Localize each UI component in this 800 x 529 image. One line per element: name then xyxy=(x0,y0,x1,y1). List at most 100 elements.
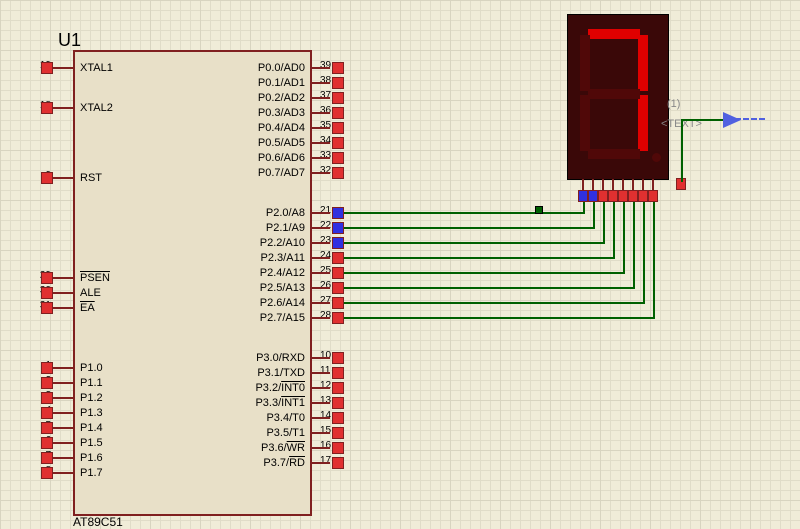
pin-pad[interactable] xyxy=(41,272,53,284)
pin-lead xyxy=(310,127,330,129)
pin-number: 28 xyxy=(320,310,331,321)
pin-pad[interactable] xyxy=(41,452,53,464)
segment-b xyxy=(638,35,648,91)
chip-ref: U1 xyxy=(58,30,81,51)
seven-segment-display[interactable] xyxy=(567,14,669,180)
wire xyxy=(344,302,643,304)
pin-lead xyxy=(53,412,73,414)
pin-pad[interactable] xyxy=(41,62,53,74)
pin-lead xyxy=(310,357,330,359)
pin-label: P1.5 xyxy=(80,437,103,449)
wire xyxy=(681,119,723,121)
pin-pad[interactable] xyxy=(332,107,344,119)
pin-pad[interactable] xyxy=(332,122,344,134)
pin-number: 32 xyxy=(320,165,331,176)
display-pin-pad[interactable] xyxy=(618,190,628,202)
pin-pad[interactable] xyxy=(332,457,344,469)
display-pin-pad[interactable] xyxy=(638,190,648,202)
pin-pad[interactable] xyxy=(41,362,53,374)
pin-lead xyxy=(310,82,330,84)
pin-lead xyxy=(310,212,330,214)
pin-lead xyxy=(310,227,330,229)
pin-pad[interactable] xyxy=(332,397,344,409)
pin-label: P1.0 xyxy=(80,362,103,374)
pin-lead xyxy=(53,107,73,109)
pin-label: EA xyxy=(80,302,95,314)
pin-pad[interactable] xyxy=(332,367,344,379)
pin-pad[interactable] xyxy=(332,412,344,424)
pin-pad[interactable] xyxy=(332,137,344,149)
pin-pad[interactable] xyxy=(332,267,344,279)
pin-lead xyxy=(310,112,330,114)
pin-pad[interactable] xyxy=(41,302,53,314)
segment-d xyxy=(588,149,640,159)
wire xyxy=(344,212,583,214)
pin-label: P1.2 xyxy=(80,392,103,404)
pin-pad[interactable] xyxy=(332,312,344,324)
pin-pad[interactable] xyxy=(332,222,344,234)
wire xyxy=(643,202,645,304)
pin-pad[interactable] xyxy=(41,407,53,419)
pin-number: 16 xyxy=(320,440,331,451)
pin-label: P2.4/A12 xyxy=(225,267,305,279)
pin-number: 15 xyxy=(320,425,331,436)
wire xyxy=(583,202,585,214)
pin-pad[interactable] xyxy=(332,167,344,179)
pin-pad[interactable] xyxy=(332,207,344,219)
pin-pad[interactable] xyxy=(41,172,53,184)
pin-pad[interactable] xyxy=(332,252,344,264)
pin-pad[interactable] xyxy=(41,102,53,114)
pin-number: 14 xyxy=(320,410,331,421)
pin-pad[interactable] xyxy=(332,352,344,364)
pin-pad[interactable] xyxy=(332,152,344,164)
pin-pad[interactable] xyxy=(41,377,53,389)
pin-lead xyxy=(53,177,73,179)
pin-number: 12 xyxy=(320,380,331,391)
pin-number: 17 xyxy=(320,455,331,466)
display-pin-pad[interactable] xyxy=(588,190,598,202)
segment-g xyxy=(588,89,640,99)
pin-pad[interactable] xyxy=(332,442,344,454)
wire xyxy=(593,202,595,229)
pin-pad[interactable] xyxy=(41,437,53,449)
segment-dp xyxy=(652,153,661,162)
junction-dot xyxy=(535,206,543,214)
display-pin-pad[interactable] xyxy=(628,190,638,202)
pin-pad[interactable] xyxy=(332,92,344,104)
pin-pad[interactable] xyxy=(41,392,53,404)
pin-pad[interactable] xyxy=(332,282,344,294)
pin-lead xyxy=(310,302,330,304)
pin-pad[interactable] xyxy=(332,297,344,309)
pin-label: P2.3/A11 xyxy=(225,252,305,264)
segment-c xyxy=(638,95,648,151)
pin-lead xyxy=(53,382,73,384)
pin-pad[interactable] xyxy=(332,62,344,74)
display-pin-pad[interactable] xyxy=(598,190,608,202)
pin-lead xyxy=(310,462,330,464)
pin-label: RST xyxy=(80,172,102,184)
pin-label: P0.7/AD7 xyxy=(225,167,305,179)
pin-lead xyxy=(53,472,73,474)
pin-pad[interactable] xyxy=(332,77,344,89)
pin-pad[interactable] xyxy=(332,382,344,394)
wire xyxy=(653,202,655,319)
pin-pad[interactable] xyxy=(41,287,53,299)
pin-label: P1.3 xyxy=(80,407,103,419)
probe-arrow-icon xyxy=(723,112,741,128)
wire xyxy=(344,257,613,259)
pin-pad[interactable] xyxy=(332,237,344,249)
pin-pad[interactable] xyxy=(332,427,344,439)
pin-label: P3.4/T0 xyxy=(225,412,305,424)
pin-number: 38 xyxy=(320,75,331,86)
pin-pad[interactable] xyxy=(41,422,53,434)
pin-label: XTAL2 xyxy=(80,102,113,114)
display-pin-pad[interactable] xyxy=(608,190,618,202)
pin-lead xyxy=(53,367,73,369)
pin-pad[interactable] xyxy=(41,467,53,479)
pin-label: P3.0/RXD xyxy=(225,352,305,364)
pin-label: P2.6/A14 xyxy=(225,297,305,309)
display-pin-pad[interactable] xyxy=(578,190,588,202)
pin-lead xyxy=(310,242,330,244)
display-pin-pad[interactable] xyxy=(648,190,658,202)
pin-label: PSEN xyxy=(80,272,110,284)
